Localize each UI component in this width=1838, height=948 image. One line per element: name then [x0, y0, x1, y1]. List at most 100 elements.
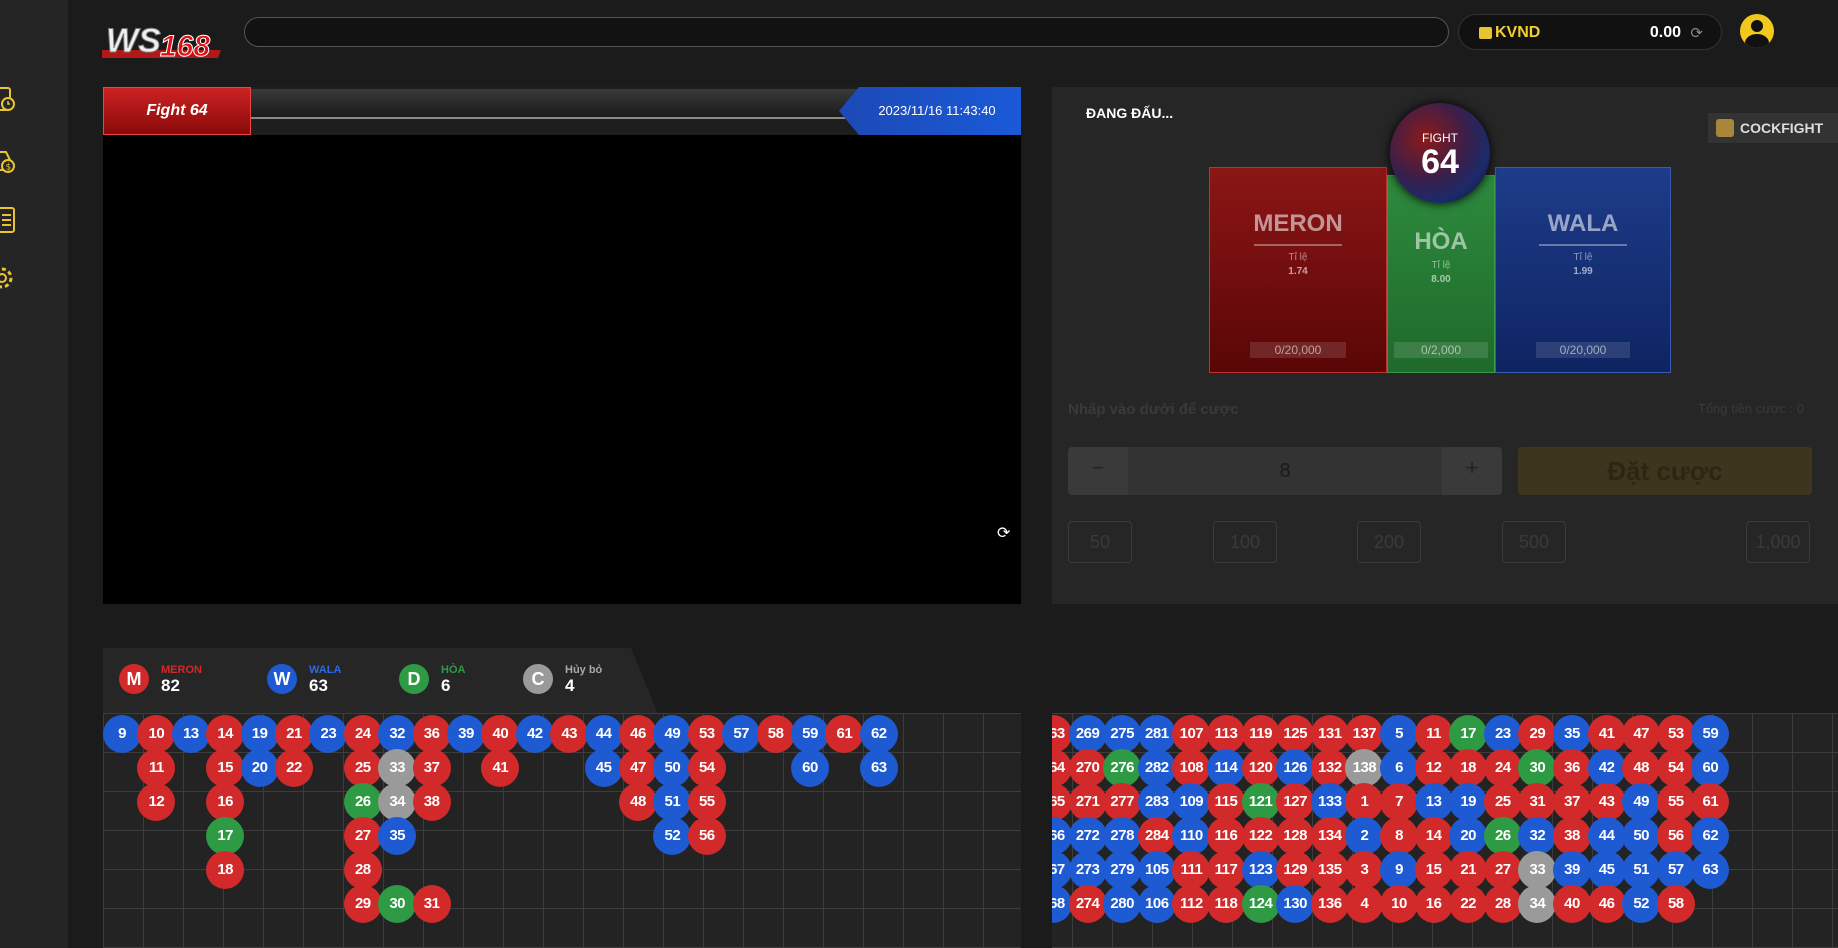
bead-road-result: 22: [275, 749, 313, 787]
fight-badge-number: 64: [1421, 143, 1459, 181]
stat-cancel-badge: C: [523, 664, 553, 694]
stat-draw-count: 6: [441, 676, 451, 695]
big-road-result: 118: [1207, 885, 1245, 923]
top-input-bar[interactable]: [244, 17, 1449, 47]
big-road-result: 49: [1622, 783, 1661, 821]
big-road-result: 121: [1241, 783, 1280, 821]
hoa-odds-label: Tỉ lệ: [1431, 260, 1451, 271]
big-road-result: 33: [1518, 851, 1557, 889]
hoa-bet-card[interactable]: HÒA Tỉ lệ 8.00 0/2,000: [1387, 175, 1495, 373]
wala-bet-card[interactable]: WALA Tỉ lệ 1.99 0/20,000: [1495, 167, 1671, 373]
bet-prompt: Nhấp vào dưới để cược: [1068, 401, 1239, 418]
bead-road-result: 15: [206, 749, 245, 787]
chip-1000[interactable]: 1,000: [1746, 521, 1810, 563]
big-road-result: 113: [1207, 715, 1245, 753]
wallet-balance[interactable]: KVND 0.00 ⟳: [1458, 14, 1722, 50]
big-road-result: 273: [1068, 851, 1107, 889]
bead-road-result: 40: [481, 715, 520, 753]
stat-wala-badge: W: [267, 664, 297, 694]
chip-50[interactable]: 50: [1068, 521, 1132, 563]
money-bag-icon[interactable]: $: [0, 146, 18, 174]
big-road-result: 284: [1137, 817, 1176, 855]
meron-name: MERON: [1253, 210, 1343, 237]
increase-button[interactable]: +: [1442, 455, 1502, 481]
big-road-result: 133: [1310, 783, 1349, 821]
big-road-result: 280: [1103, 885, 1142, 923]
meron-odds: 1.74: [1288, 266, 1308, 277]
user-avatar-icon[interactable]: [1740, 14, 1774, 48]
bet-amount-input[interactable]: 8: [1128, 447, 1442, 495]
chip-200[interactable]: 200: [1357, 521, 1421, 563]
big-road-result: 56: [1656, 817, 1695, 855]
bead-road-result: 44: [584, 715, 623, 753]
reload-video-icon[interactable]: ⟳: [997, 523, 1010, 543]
bead-road-result: 56: [687, 817, 726, 855]
svg-text:168: 168: [160, 30, 210, 63]
fight-datetime: 2023/11/16 11:43:40: [839, 87, 1021, 135]
bead-road-result: 10: [137, 715, 176, 753]
bead-road-result: 28: [343, 851, 382, 889]
bead-road-result: 54: [687, 749, 726, 787]
big-road-result: 40: [1553, 885, 1591, 923]
big-road-result: 122: [1241, 817, 1280, 855]
video-header-strip: [251, 89, 911, 119]
big-road-result: 38: [1553, 817, 1591, 855]
big-road-result: 274: [1068, 885, 1107, 923]
big-road-result: 63: [1691, 851, 1730, 889]
bead-road-result: 26: [343, 783, 382, 821]
total-bet: Tổng tiền cược : 0: [1697, 401, 1804, 416]
history-icon[interactable]: [0, 86, 18, 114]
bead-road-result: 24: [343, 715, 382, 753]
currency-label: KVND: [1495, 24, 1541, 41]
live-video-player[interactable]: Fight 64 2023/11/16 11:43:40 ⟳: [103, 87, 1021, 604]
big-road-result: 22: [1449, 885, 1488, 923]
decrease-button[interactable]: −: [1068, 455, 1128, 481]
big-road-result: 61: [1691, 783, 1730, 821]
settings-icon[interactable]: [0, 264, 18, 292]
big-road-result: 11: [1414, 715, 1453, 753]
rooster-icon: [1716, 119, 1734, 137]
big-road-result: 54: [1656, 749, 1695, 787]
big-road-result: 20: [1449, 817, 1488, 855]
betting-panel: ĐANG ĐẤU... COCKFIGHT MERON Tỉ lệ 1.74 0…: [1052, 87, 1838, 604]
meron-bet-card[interactable]: MERON Tỉ lệ 1.74 0/20,000: [1209, 167, 1387, 373]
big-road-result: 10: [1380, 885, 1418, 923]
bead-road-result: 58: [756, 715, 795, 753]
bead-road-result: 19: [240, 715, 279, 753]
big-road-grid: 2632692752811071131191251311375111723293…: [1052, 713, 1838, 948]
big-road-result: 42: [1587, 749, 1626, 787]
big-road-result: 129: [1276, 851, 1315, 889]
ws168-logo[interactable]: WS 168: [102, 14, 238, 64]
checklist-icon[interactable]: [0, 206, 18, 234]
bead-road-result: 62: [859, 715, 898, 753]
meron-pool: 0/20,000: [1250, 342, 1346, 358]
place-bet-button[interactable]: Đặt cược: [1518, 447, 1812, 495]
big-road-result: 1: [1345, 783, 1384, 821]
big-road-result: 12: [1414, 749, 1453, 787]
hoa-odds: 8.00: [1431, 274, 1451, 285]
bead-road-result: 17: [206, 817, 245, 855]
chip-100[interactable]: 100: [1213, 521, 1277, 563]
bead-road-result: 52: [653, 817, 692, 855]
big-road-result: 2: [1345, 817, 1384, 855]
stat-meron-label: MERON: [161, 664, 202, 676]
big-road-result: 276: [1103, 749, 1142, 787]
bead-road-result: 16: [206, 783, 245, 821]
big-road-result: 27: [1483, 851, 1522, 889]
big-road-result: 31: [1518, 783, 1557, 821]
big-road-result: 4: [1345, 885, 1384, 923]
big-road-result: 278: [1103, 817, 1142, 855]
big-road-result: 18: [1449, 749, 1488, 787]
big-road-result: 272: [1068, 817, 1107, 855]
refresh-balance-icon[interactable]: ⟳: [1690, 24, 1703, 42]
big-road-result: 128: [1276, 817, 1315, 855]
bead-road-result: 45: [584, 749, 623, 787]
bead-road-result: 49: [653, 715, 692, 753]
balance-value: 0.00: [1649, 24, 1681, 41]
chip-500[interactable]: 500: [1502, 521, 1566, 563]
big-road-result: 111: [1172, 851, 1211, 889]
bead-road-result: 18: [206, 851, 245, 889]
bet-amount-stepper[interactable]: − 8 +: [1068, 447, 1502, 495]
big-road-result: 125: [1276, 715, 1315, 753]
big-road-result: 136: [1310, 885, 1349, 923]
